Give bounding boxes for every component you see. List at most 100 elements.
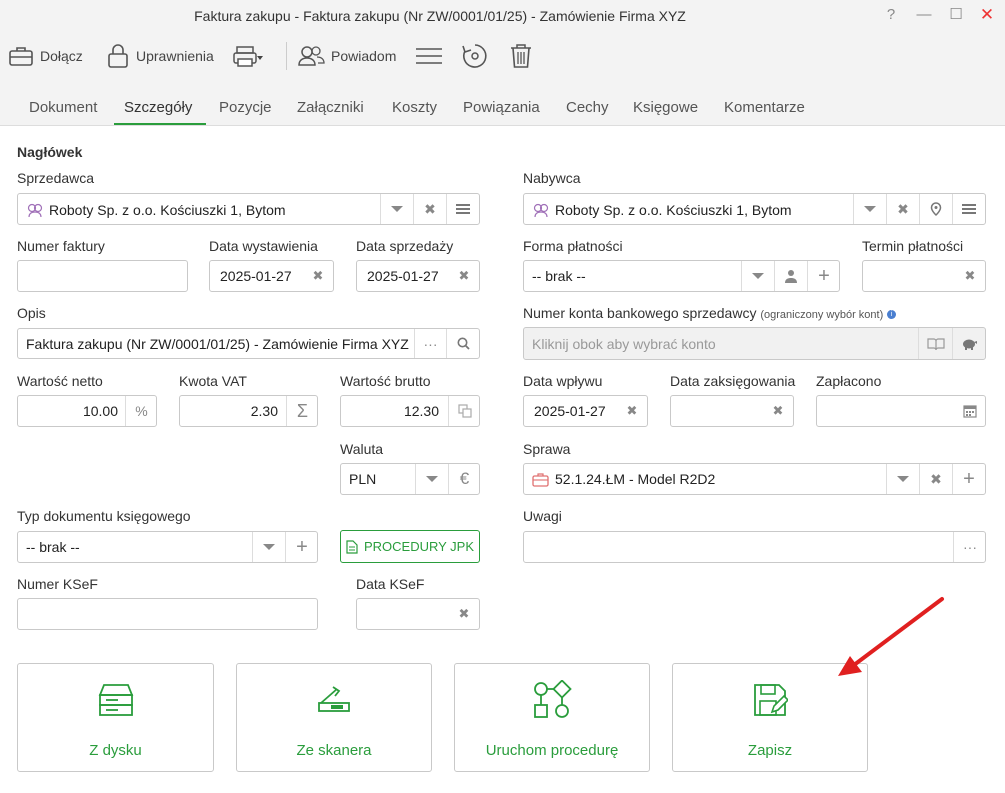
plus-icon[interactable]: +: [285, 532, 318, 562]
clear-icon[interactable]: ✖: [886, 194, 919, 224]
case-field[interactable]: 52.1.24.ŁM - Model R2D2 ✖ +: [523, 463, 986, 495]
receipt-date-value: 2025-01-27: [534, 403, 606, 419]
active-tab-underline: [114, 123, 206, 125]
clear-icon[interactable]: ✖: [413, 194, 446, 224]
seller-field[interactable]: Roboty Sp. z o.o. Kościuszki 1, Bytom ✖: [17, 193, 480, 225]
description-input[interactable]: Faktura zakupu (Nr ZW/0001/01/25) - Zamó…: [17, 328, 480, 359]
printer-icon: [233, 46, 263, 67]
more-icon[interactable]: ···: [953, 532, 986, 562]
search-icon[interactable]: [446, 329, 479, 358]
vat-input[interactable]: 2.30 Σ: [179, 395, 318, 427]
chevron-down-icon[interactable]: [853, 194, 886, 224]
delete-button[interactable]: [509, 41, 539, 71]
percent-icon[interactable]: %: [125, 396, 157, 426]
document-icon: [346, 539, 358, 554]
notify-label: Powiadom: [331, 48, 397, 64]
doc-type-select[interactable]: -- brak -- +: [17, 531, 318, 563]
close-button[interactable]: ✕: [977, 5, 997, 25]
chevron-down-icon[interactable]: [415, 464, 448, 494]
clear-icon[interactable]: ✖: [448, 261, 480, 291]
receipt-date-input[interactable]: 2025-01-27 ✖: [523, 395, 648, 427]
sigma-icon[interactable]: Σ: [286, 396, 318, 426]
person-icon[interactable]: [774, 261, 807, 291]
permissions-button[interactable]: Uprawnienia: [106, 41, 214, 71]
bank-account-input[interactable]: Kliknij obok aby wybrać konto: [523, 327, 986, 360]
copy-icon[interactable]: [448, 396, 480, 426]
notes-input[interactable]: ···: [523, 531, 986, 563]
more-icon[interactable]: ···: [414, 329, 446, 358]
tab-powiazania[interactable]: Powiązania: [463, 99, 540, 116]
sale-date-input[interactable]: 2025-01-27 ✖: [356, 260, 480, 292]
history-button[interactable]: [461, 41, 495, 71]
save-label: Zapisz: [747, 742, 793, 759]
clear-icon[interactable]: ✖: [616, 396, 648, 426]
ksef-date-label: Data KSeF: [356, 576, 425, 592]
net-value-input[interactable]: 10.00 %: [17, 395, 157, 427]
from-scanner-label: Ze skanera: [296, 742, 372, 759]
run-procedure-label: Uruchom procedurę: [485, 742, 619, 759]
jpk-procedures-button[interactable]: PROCEDURY JPK: [340, 530, 480, 563]
paid-date-input[interactable]: [816, 395, 986, 427]
print-button[interactable]: [233, 41, 269, 71]
ksef-number-label: Numer KSeF: [17, 576, 98, 592]
attach-button[interactable]: Dołącz: [8, 41, 83, 71]
from-disk-button[interactable]: Z dysku: [17, 663, 214, 772]
run-procedure-button[interactable]: Uruchom procedurę: [454, 663, 650, 772]
save-icon: [754, 684, 788, 716]
plus-icon[interactable]: +: [807, 261, 840, 291]
clear-icon[interactable]: ✖: [954, 261, 986, 291]
book-icon[interactable]: [918, 328, 952, 359]
clear-icon[interactable]: ✖: [448, 599, 480, 629]
clear-icon[interactable]: ✖: [302, 261, 334, 291]
notes-label: Uwagi: [523, 508, 562, 524]
euro-icon[interactable]: €: [448, 464, 480, 494]
chevron-down-icon[interactable]: [252, 532, 285, 562]
clear-icon[interactable]: ✖: [919, 464, 952, 494]
maximize-button[interactable]: ☐: [946, 5, 966, 25]
sale-date-label: Data sprzedaży: [356, 238, 454, 254]
plus-icon[interactable]: +: [952, 464, 985, 494]
bank-account-note: (ograniczony wybór kont): [760, 309, 884, 321]
people-icon: [298, 46, 325, 66]
buyer-field[interactable]: Roboty Sp. z o.o. Kościuszki 1, Bytom ✖: [523, 193, 986, 225]
doc-type-label: Typ dokumentu księgowego: [17, 508, 191, 524]
tab-komentarze[interactable]: Komentarze: [724, 99, 805, 116]
gross-value-input[interactable]: 12.30: [340, 395, 480, 427]
tab-cechy[interactable]: Cechy: [566, 99, 609, 116]
tab-szczegoly[interactable]: Szczegóły: [124, 99, 192, 116]
clear-icon[interactable]: ✖: [762, 396, 794, 426]
info-icon[interactable]: i: [887, 309, 897, 319]
calendar-icon[interactable]: [954, 396, 986, 426]
contractor-icon: [533, 203, 549, 218]
list-icon[interactable]: [446, 194, 479, 224]
menu-button[interactable]: [414, 41, 450, 71]
tab-dokument[interactable]: Dokument: [29, 99, 97, 116]
ksef-date-input[interactable]: ✖: [356, 598, 480, 630]
payment-form-select[interactable]: -- brak -- +: [523, 260, 840, 292]
minimize-button[interactable]: —: [914, 5, 934, 25]
help-button[interactable]: ?: [881, 5, 901, 25]
issue-date-input[interactable]: 2025-01-27 ✖: [209, 260, 334, 292]
tab-ksiegowe[interactable]: Księgowe: [633, 99, 698, 116]
toolbar-divider: [286, 42, 287, 70]
tab-zalaczniki[interactable]: Załączniki: [297, 99, 364, 116]
attach-label: Dołącz: [40, 48, 83, 64]
chevron-down-icon[interactable]: [741, 261, 774, 291]
tab-koszty[interactable]: Koszty: [392, 99, 437, 116]
invoice-number-input[interactable]: [17, 260, 188, 292]
tab-pozycje[interactable]: Pozycje: [219, 99, 272, 116]
location-pin-icon[interactable]: [919, 194, 952, 224]
payment-term-input[interactable]: ✖: [862, 260, 986, 292]
currency-label: Waluta: [340, 441, 384, 457]
currency-select[interactable]: PLN €: [340, 463, 480, 495]
chevron-down-icon[interactable]: [886, 464, 919, 494]
doc-type-value: -- brak --: [26, 539, 80, 555]
ksef-number-input[interactable]: [17, 598, 318, 630]
from-scanner-button[interactable]: Ze skanera: [236, 663, 432, 772]
piggy-bank-icon[interactable]: [952, 328, 985, 359]
posting-date-input[interactable]: ✖: [670, 395, 794, 427]
hamburger-icon: [416, 48, 442, 64]
chevron-down-icon[interactable]: [380, 194, 413, 224]
list-icon[interactable]: [952, 194, 985, 224]
notify-button[interactable]: Powiadom: [297, 41, 396, 71]
